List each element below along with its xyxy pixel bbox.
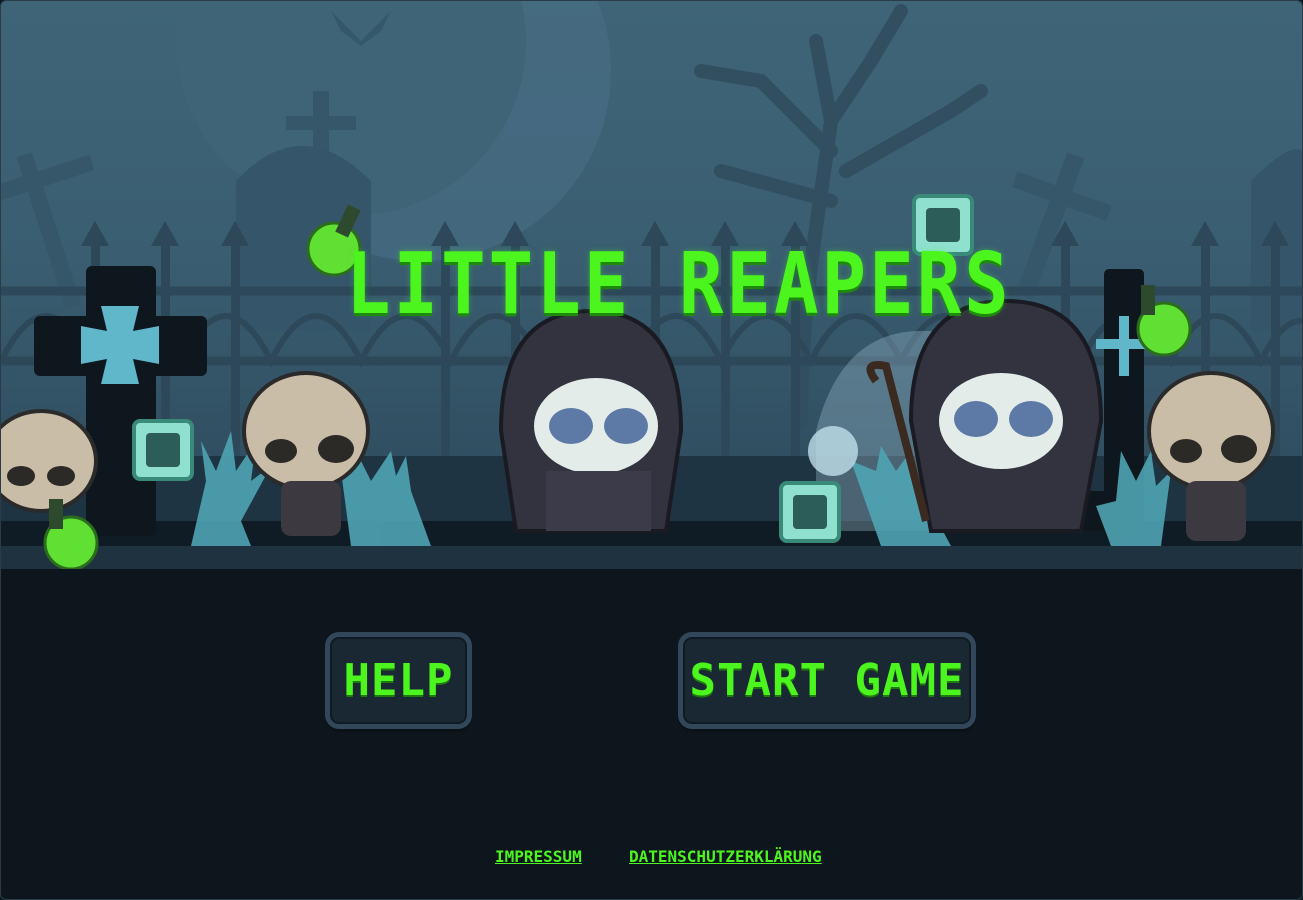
help-button[interactable]: HELP: [325, 632, 472, 729]
game-title: LITTLE REAPERS: [346, 234, 1012, 334]
imprint-link[interactable]: IMPRESSUM: [495, 847, 582, 866]
start-game-button[interactable]: START GAME: [678, 632, 976, 729]
game-window: LITTLE REAPERS HELP START GAME IMPRESSUM…: [0, 0, 1303, 900]
graveyard-scene: LITTLE REAPERS: [1, 1, 1302, 569]
privacy-policy-link[interactable]: DATENSCHUTZERKLÄRUNG: [629, 847, 822, 866]
